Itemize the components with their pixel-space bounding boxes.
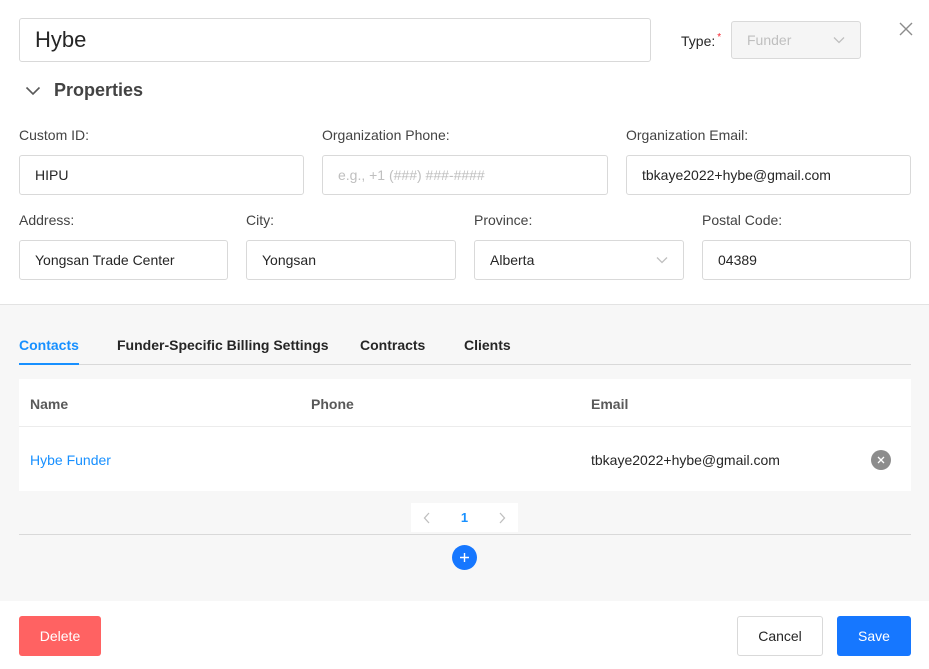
province-label: Province: xyxy=(474,212,533,228)
delete-button[interactable]: Delete xyxy=(19,616,101,656)
organization-email-label: Organization Email: xyxy=(626,127,749,143)
tab-contacts[interactable]: Contacts xyxy=(19,337,79,365)
divider xyxy=(19,534,911,535)
custom-id-label: Custom ID: xyxy=(19,127,90,143)
contact-name-link[interactable]: Hybe Funder xyxy=(30,452,111,468)
custom-id-field[interactable] xyxy=(19,155,304,195)
add-contact-button[interactable] xyxy=(452,545,477,570)
properties-section-toggle[interactable]: Properties xyxy=(25,80,143,101)
save-button[interactable]: Save xyxy=(837,616,911,656)
postal-code-label: Postal Code: xyxy=(702,212,783,228)
chevron-down-icon xyxy=(833,37,845,44)
type-select-value: Funder xyxy=(747,32,792,48)
tab-contracts[interactable]: Contracts xyxy=(360,337,425,365)
column-header-phone[interactable]: Phone xyxy=(311,396,354,412)
plus-icon xyxy=(460,553,469,562)
chevron-down-icon xyxy=(656,257,668,264)
organization-phone-label: Organization Phone: xyxy=(322,127,450,143)
type-label: Type: * xyxy=(681,32,722,49)
type-select[interactable]: Funder xyxy=(731,21,861,59)
province-select-value: Alberta xyxy=(490,252,535,268)
contacts-table: Name Phone Email Hybe Funder tbkaye2022+… xyxy=(19,379,911,491)
cancel-button[interactable]: Cancel xyxy=(737,616,823,656)
tab-funder-billing-settings[interactable]: Funder-Specific Billing Settings xyxy=(117,337,329,365)
properties-title: Properties xyxy=(54,80,144,100)
column-header-name[interactable]: Name xyxy=(30,396,68,412)
city-label: City: xyxy=(246,212,274,228)
city-field[interactable] xyxy=(246,240,456,280)
chevron-down-icon xyxy=(25,86,41,95)
address-field[interactable] xyxy=(19,240,228,280)
organization-name-input[interactable] xyxy=(19,18,651,62)
chevron-right-icon[interactable] xyxy=(498,512,506,524)
contact-email: tbkaye2022+hybe@gmail.com xyxy=(591,452,780,468)
address-label: Address: xyxy=(19,212,75,228)
close-icon xyxy=(877,456,885,464)
organization-phone-field[interactable] xyxy=(322,155,608,195)
tab-bar: Contacts Funder-Specific Billing Setting… xyxy=(19,337,911,365)
column-header-email[interactable]: Email xyxy=(591,396,628,412)
page-number[interactable]: 1 xyxy=(461,510,468,525)
organization-email-field[interactable] xyxy=(626,155,911,195)
tab-clients[interactable]: Clients xyxy=(464,337,511,365)
province-select[interactable]: Alberta xyxy=(474,240,684,280)
chevron-left-icon[interactable] xyxy=(423,512,431,524)
remove-contact-button[interactable] xyxy=(871,450,891,470)
postal-code-field[interactable] xyxy=(702,240,911,280)
required-mark: * xyxy=(717,32,722,43)
close-icon[interactable] xyxy=(897,20,915,38)
pagination: 1 xyxy=(411,503,518,532)
table-header-divider xyxy=(19,426,911,427)
